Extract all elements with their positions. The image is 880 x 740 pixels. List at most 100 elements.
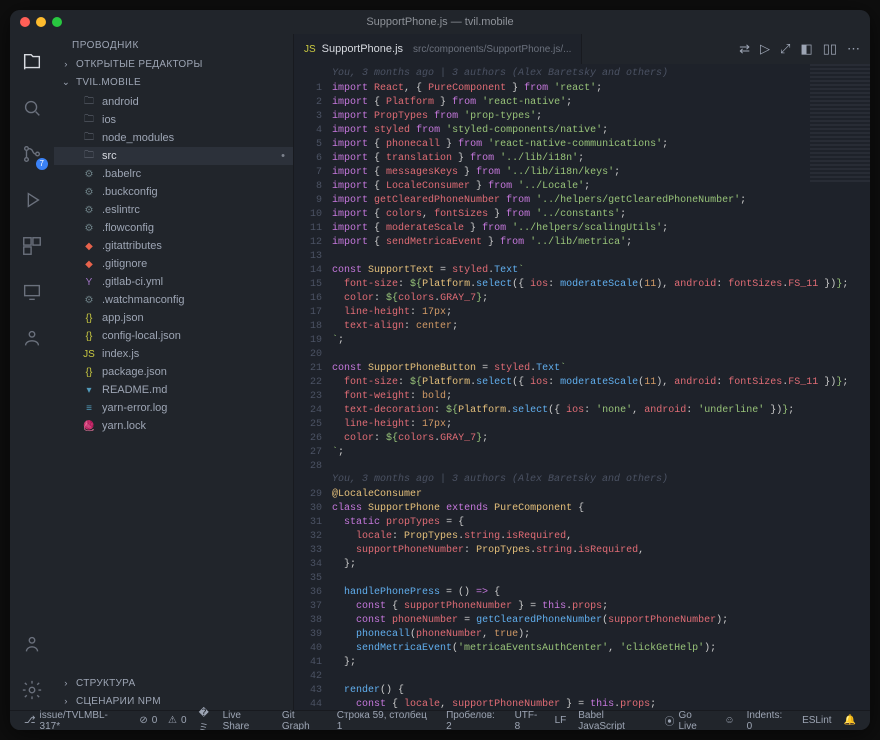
cursor-position[interactable]: Строка 59, столбец 1 [331,710,440,731]
scm-activity[interactable]: 7 [10,134,54,174]
code-line[interactable]: text-align: center; [332,320,870,334]
settings-activity[interactable] [10,670,54,710]
code-line[interactable]: import { translation } from '../lib/i18n… [332,152,870,166]
code-line[interactable]: const { supportPhoneNumber } = this.prop… [332,600,870,614]
file--gitlab-ci-yml[interactable]: Y.gitlab-ci.yml [54,273,293,291]
explorer-activity[interactable] [10,42,54,82]
codelens[interactable]: You, 3 months ago | 3 authors (Alex Bare… [332,474,870,488]
encoding-status[interactable]: UTF-8 [509,710,549,731]
code-line[interactable]: }; [332,558,870,572]
code-line[interactable]: class SupportPhone extends PureComponent… [332,502,870,516]
run-icon[interactable]: ▷ [760,41,770,57]
feedback-icon[interactable]: ☺ [718,715,740,726]
eslint-status[interactable]: ESLint [796,715,837,726]
code-line[interactable] [332,572,870,586]
file--watchmanconfig[interactable]: ⚙.watchmanconfig [54,291,293,309]
code-line[interactable]: import { sendMetricaEvent } from '../lib… [332,236,870,250]
file-app-json[interactable]: {}app.json [54,309,293,327]
file-ios[interactable]: 🗀ios [54,111,293,129]
code-line[interactable]: import styled from 'styled-components/na… [332,124,870,138]
golive-status[interactable]: ⦿Go Live [658,710,718,731]
code-line[interactable]: const phoneNumber = getClearedPhoneNumbe… [332,614,870,628]
codelens[interactable]: You, 3 months ago | 3 authors (Alex Bare… [332,68,870,82]
code-line[interactable] [332,670,870,684]
code-line[interactable]: handlePhonePress = () => { [332,586,870,600]
code-line[interactable] [332,250,870,264]
file--gitattributes[interactable]: ◆.gitattributes [54,237,293,255]
code-line[interactable]: render() { [332,684,870,698]
file--eslintrc[interactable]: ⚙.eslintrc [54,201,293,219]
code-line[interactable]: const { locale, supportPhoneNumber } = t… [332,698,870,710]
code-line[interactable]: supportPhoneNumber: PropTypes.string.isR… [332,544,870,558]
code-line[interactable]: `; [332,334,870,348]
file-android[interactable]: 🗀android [54,93,293,111]
extensions-activity[interactable] [10,226,54,266]
liveshare-activity[interactable] [10,318,54,358]
file-README-md[interactable]: ▾README.md [54,381,293,399]
code-line[interactable]: import PropTypes from 'prop-types'; [332,110,870,124]
code-line[interactable]: font-weight: bold; [332,390,870,404]
code-line[interactable]: line-height: 17px; [332,306,870,320]
code-line[interactable]: import { LocaleConsumer } from '../Local… [332,180,870,194]
code-line[interactable]: sendMetricaEvent('metricaEventsAuthCente… [332,642,870,656]
file--flowconfig[interactable]: ⚙.flowconfig [54,219,293,237]
outline-section[interactable]: ›СТРУКТУРА [54,674,293,692]
code-line[interactable]: import { moderateScale } from '../helper… [332,222,870,236]
indent-status[interactable]: Пробелов: 2 [440,710,508,731]
split-icon[interactable]: ▯▯ [823,41,837,57]
file--buckconfig[interactable]: ⚙.buckconfig [54,183,293,201]
file-config-local-json[interactable]: {}config-local.json [54,327,293,345]
code-line[interactable]: line-height: 17px; [332,418,870,432]
liveshare-status[interactable]: �ミLive Share [193,708,276,731]
diff-icon[interactable]: ◧ [800,41,812,57]
code-line[interactable]: const SupportText = styled.Text` [332,264,870,278]
goto-icon[interactable]: ⤢ [780,41,790,57]
file--babelrc[interactable]: ⚙.babelrc [54,165,293,183]
remote-activity[interactable] [10,272,54,312]
code-line[interactable] [332,460,870,474]
code-line[interactable]: import { Platform } from 'react-native'; [332,96,870,110]
code-line[interactable]: font-size: ${Platform.select({ ios: mode… [332,376,870,390]
open-editors-section[interactable]: ›ОТКРЫТЫЕ РЕДАКТОРЫ [54,55,293,73]
more-icon[interactable]: ⋯ [847,41,860,57]
code-line[interactable]: import { phonecall } from 'react-native-… [332,138,870,152]
branch-indicator[interactable]: ⎇issue/TVLMBL-317* [18,710,133,731]
search-activity[interactable] [10,88,54,128]
file-node-modules[interactable]: 🗀node_modules [54,129,293,147]
eol-status[interactable]: LF [549,715,573,726]
language-status[interactable]: Babel JavaScript [572,710,658,731]
compare-icon[interactable]: ⇄ [739,41,750,57]
code-line[interactable]: phonecall(phoneNumber, true); [332,628,870,642]
code-line[interactable]: @LocaleConsumer [332,488,870,502]
code-line[interactable]: const SupportPhoneButton = styled.Text` [332,362,870,376]
problems-indicator[interactable]: ⊘0 ⚠0 [133,715,192,726]
code-line[interactable]: import React, { PureComponent } from 're… [332,82,870,96]
debug-activity[interactable] [10,180,54,220]
file--gitignore[interactable]: ◆.gitignore [54,255,293,273]
file-src[interactable]: 🗀src• [54,147,293,165]
code-line[interactable]: color: ${colors.GRAY_7}; [332,292,870,306]
code-line[interactable]: `; [332,446,870,460]
code-editor[interactable]: You, 3 months ago | 3 authors (Alex Bare… [294,64,870,710]
file-yarn-error-log[interactable]: ≡yarn-error.log [54,399,293,417]
code-line[interactable]: import { messagesKeys } from '../lib/i18… [332,166,870,180]
project-section[interactable]: ⌄TVIL.MOBILE [54,73,293,91]
file-yarn-lock[interactable]: 🧶yarn.lock [54,417,293,435]
file-index-js[interactable]: JSindex.js [54,345,293,363]
code-line[interactable]: text-decoration: ${Platform.select({ ios… [332,404,870,418]
code-line[interactable]: font-size: ${Platform.select({ ios: mode… [332,278,870,292]
code-line[interactable]: color: ${colors.GRAY_7}; [332,432,870,446]
code-line[interactable] [332,348,870,362]
code-line[interactable]: locale: PropTypes.string.isRequired, [332,530,870,544]
file-package-json[interactable]: {}package.json [54,363,293,381]
tab-supportphone[interactable]: JS SupportPhone.js src/components/Suppor… [294,34,582,64]
code-line[interactable]: static propTypes = { [332,516,870,530]
minimap[interactable] [810,64,870,184]
code-line[interactable]: }; [332,656,870,670]
code-line[interactable]: import getClearedPhoneNumber from '../he… [332,194,870,208]
indents-status[interactable]: Indents: 0 [741,710,796,731]
code-line[interactable]: import { colors, fontSizes } from '../co… [332,208,870,222]
accounts-activity[interactable] [10,624,54,664]
gitgraph-status[interactable]: Git Graph [276,710,331,731]
notifications-icon[interactable]: 🔔 [838,715,862,726]
